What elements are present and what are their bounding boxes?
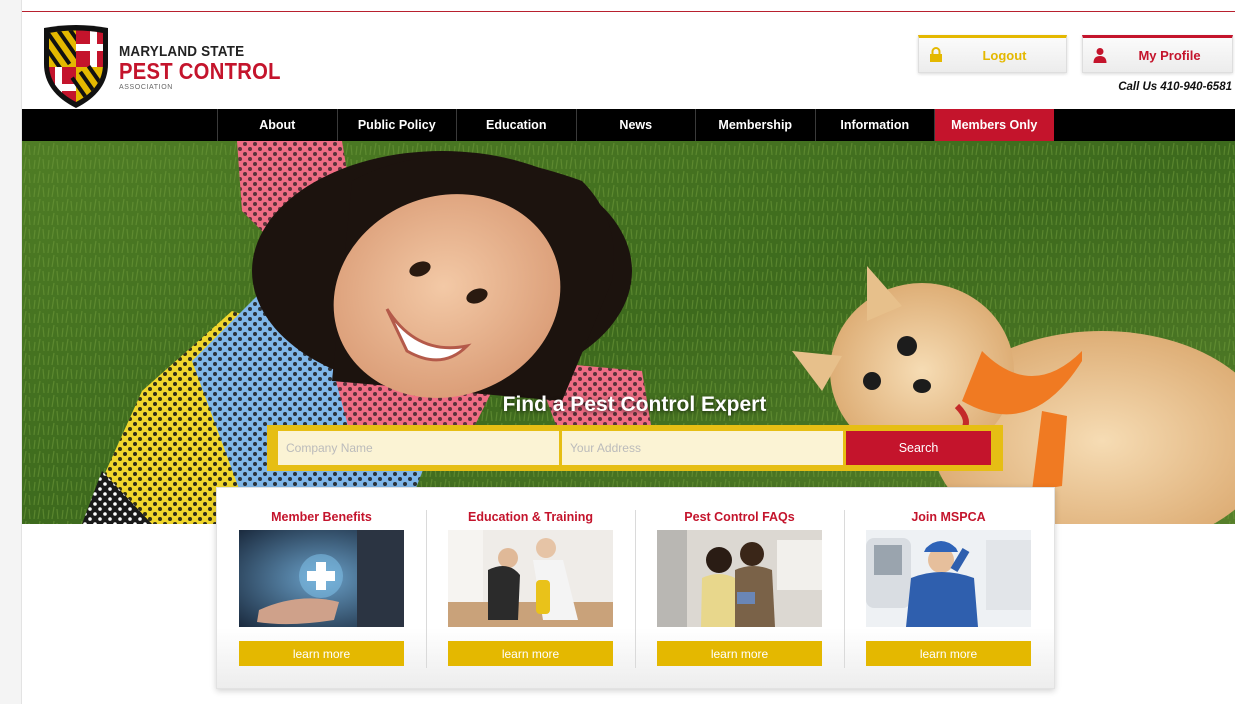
card-pest-control-faqs: Pest Control FAQs learn more xyxy=(635,488,844,688)
nav-item-education[interactable]: Education xyxy=(456,109,576,141)
card-title[interactable]: Member Benefits xyxy=(217,510,426,524)
learn-more-button[interactable]: learn more xyxy=(239,641,404,666)
card-education-training: Education & Training learn more xyxy=(426,488,635,688)
nav-item-information[interactable]: Information xyxy=(814,109,935,141)
card-title[interactable]: Pest Control FAQs xyxy=(635,510,844,524)
card-join-mspca: Join MSPCA learn more xyxy=(844,488,1053,688)
nav-item-membership[interactable]: Membership xyxy=(695,109,815,141)
card-image-member-benefits[interactable] xyxy=(239,530,404,627)
card-image-pest-control-faqs[interactable] xyxy=(657,530,822,627)
learn-more-button[interactable]: learn more xyxy=(657,641,822,666)
card-image-education-training[interactable] xyxy=(448,530,613,627)
company-name-input[interactable] xyxy=(278,431,559,465)
maryland-shield-icon xyxy=(44,25,108,108)
learn-more-button[interactable]: learn more xyxy=(448,641,613,666)
logo-text: MARYLAND STATE PEST CONTROL ASSOCIATION xyxy=(119,44,303,92)
phone-number[interactable]: Call Us 410-940-6581 xyxy=(1118,81,1232,93)
hero-title: Find a Pest Control Expert xyxy=(502,393,767,416)
hero-banner: Find a Pest Control Expert Search xyxy=(22,141,1235,524)
nav-list: About Public Policy Education News Membe… xyxy=(217,109,1054,141)
nav-item-news[interactable]: News xyxy=(575,109,696,141)
user-icon xyxy=(1083,38,1117,72)
feature-cards: Member Benefits learn more Education & T… xyxy=(216,487,1055,689)
my-profile-label: My Profile xyxy=(1138,47,1201,63)
my-profile-button[interactable]: My Profile xyxy=(1082,35,1233,73)
logo-line-association: ASSOCIATION xyxy=(119,84,173,91)
card-title[interactable]: Education & Training xyxy=(426,510,635,524)
top-rule xyxy=(22,11,1235,12)
logout-button[interactable]: Logout xyxy=(918,35,1067,73)
lock-icon xyxy=(919,38,953,72)
logo-line-pest-control: PEST CONTROL xyxy=(119,58,281,84)
logout-label: Logout xyxy=(982,47,1027,63)
left-edge xyxy=(0,0,22,704)
card-image-join-mspca[interactable] xyxy=(866,530,1031,627)
address-input[interactable] xyxy=(562,431,843,465)
learn-more-button[interactable]: learn more xyxy=(866,641,1031,666)
card-title[interactable]: Join MSPCA xyxy=(844,510,1053,524)
search-bar: Search xyxy=(267,425,1003,471)
site-logo[interactable]: MARYLAND STATE PEST CONTROL ASSOCIATION xyxy=(40,24,280,110)
nav-item-about[interactable]: About xyxy=(217,109,337,141)
page: MARYLAND STATE PEST CONTROL ASSOCIATION … xyxy=(0,0,1235,704)
main-nav: About Public Policy Education News Membe… xyxy=(22,109,1235,141)
nav-item-public-policy[interactable]: Public Policy xyxy=(336,109,457,141)
search-button[interactable]: Search xyxy=(846,431,991,465)
nav-item-members-only[interactable]: Members Only xyxy=(934,109,1054,141)
card-member-benefits: Member Benefits learn more xyxy=(217,488,426,688)
